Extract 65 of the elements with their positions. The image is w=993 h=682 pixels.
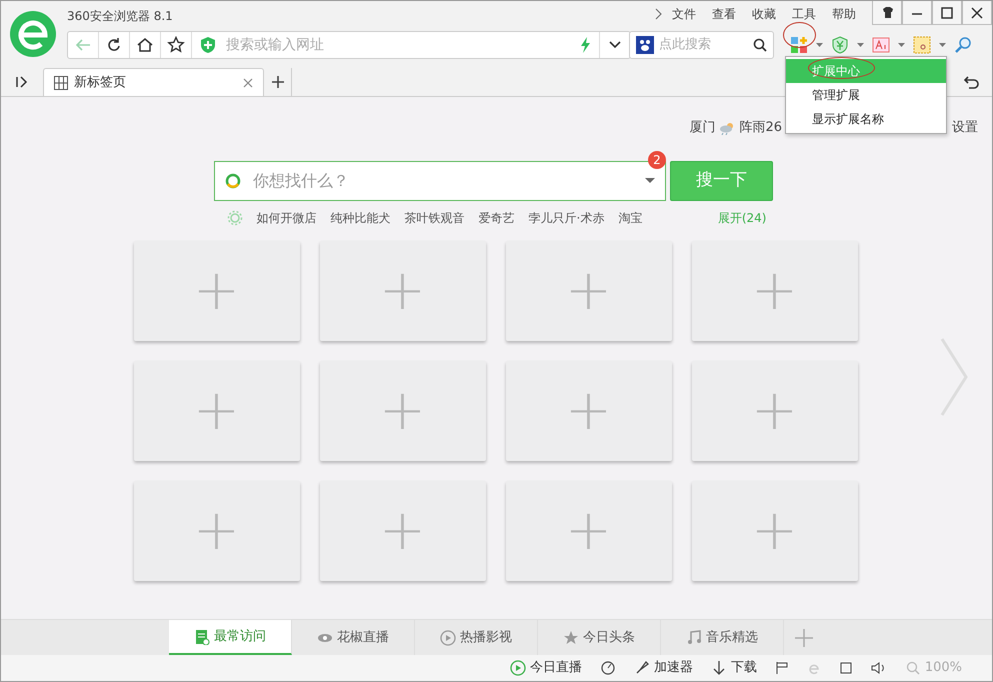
search-bar[interactable]: 点此搜索 (629, 31, 774, 59)
menu-item[interactable]: 工具 (784, 5, 824, 23)
hot-search-link[interactable]: 孛儿只斤·术赤 (528, 209, 604, 227)
weather-city: 厦门 (689, 119, 716, 138)
play-circle-icon (510, 660, 526, 676)
status-item[interactable]: 加速器 (634, 658, 693, 678)
paw-icon[interactable] (636, 36, 654, 54)
window-title: 360安全浏览器 8.1 (67, 8, 174, 25)
browser-tab[interactable]: 新标签页 (43, 68, 264, 96)
address-bar[interactable]: 搜索或输入网址 (67, 31, 631, 59)
speed-icon[interactable] (600, 660, 616, 676)
search-logo-icon (225, 173, 241, 189)
menu-item[interactable]: 文件 (664, 5, 704, 23)
grid-icon (54, 76, 68, 90)
star-icon[interactable] (167, 36, 185, 54)
dropdown-arrow-icon[interactable] (816, 43, 823, 47)
hot-search-link[interactable]: 爱奇艺 (478, 209, 514, 227)
status-item[interactable]: 今日直播 (510, 658, 582, 678)
magnifier-icon[interactable] (954, 36, 972, 54)
shield-icon (200, 36, 216, 54)
menu-item[interactable]: 帮助 (824, 5, 864, 23)
annotation-ellipse (808, 57, 875, 79)
flag-icon[interactable] (774, 661, 789, 675)
download-arrow-icon (710, 660, 727, 676)
dropdown-arrow-icon[interactable] (939, 43, 946, 47)
hot-search-link[interactable]: 纯种比能犬 (330, 209, 390, 227)
dropdown-arrow-icon[interactable] (857, 43, 864, 47)
zoom-icon (904, 660, 921, 676)
weather-reading: 阵雨26 (739, 119, 782, 138)
hot-search-link[interactable]: 如何开微店 (256, 209, 316, 227)
menu-item[interactable]: 管理扩展 (786, 83, 946, 107)
annotation-ellipse (783, 22, 816, 48)
star-icon (563, 630, 579, 646)
sidebar-toggle-icon[interactable] (15, 75, 29, 89)
menu-item[interactable]: 显示扩展名称 (786, 107, 946, 131)
dropdown-arrow-icon[interactable] (645, 178, 655, 184)
hot-search-link[interactable]: 茶叶铁观音 (404, 209, 464, 227)
bottom-tab[interactable]: 最常访问 (169, 620, 292, 655)
screenshot-icon[interactable] (913, 36, 931, 54)
notification-badge: 2 (648, 151, 666, 169)
menu-item[interactable]: 查看 (704, 5, 744, 23)
window-icon[interactable] (838, 661, 853, 675)
status-item[interactable]: 下载 (710, 658, 757, 678)
search-icon[interactable] (753, 38, 767, 52)
settings-link[interactable]: 设置 (952, 118, 978, 138)
menu-item[interactable]: 收藏 (744, 5, 784, 23)
plus-icon[interactable] (272, 76, 284, 88)
home-icon[interactable] (136, 36, 154, 54)
dropdown-arrow-icon[interactable] (898, 43, 905, 47)
document-icon (194, 628, 210, 644)
speaker-icon[interactable] (870, 661, 887, 675)
music-note-icon (686, 630, 702, 646)
maximize-icon[interactable] (940, 6, 954, 20)
browser-logo-icon (9, 10, 57, 58)
hot-search-link[interactable]: 淘宝 (618, 209, 642, 227)
chevron-right-icon[interactable] (654, 8, 664, 20)
cloud-rain-icon (719, 121, 736, 135)
skin-icon[interactable] (880, 6, 894, 20)
chevron-down-icon[interactable] (609, 41, 621, 49)
undo-icon[interactable] (964, 75, 980, 89)
play-circle-icon (440, 630, 456, 646)
tab-title: 新标签页 (74, 74, 127, 92)
translate-icon[interactable] (872, 36, 890, 54)
extensions-icon[interactable] (790, 36, 808, 54)
close-icon[interactable] (970, 6, 984, 20)
